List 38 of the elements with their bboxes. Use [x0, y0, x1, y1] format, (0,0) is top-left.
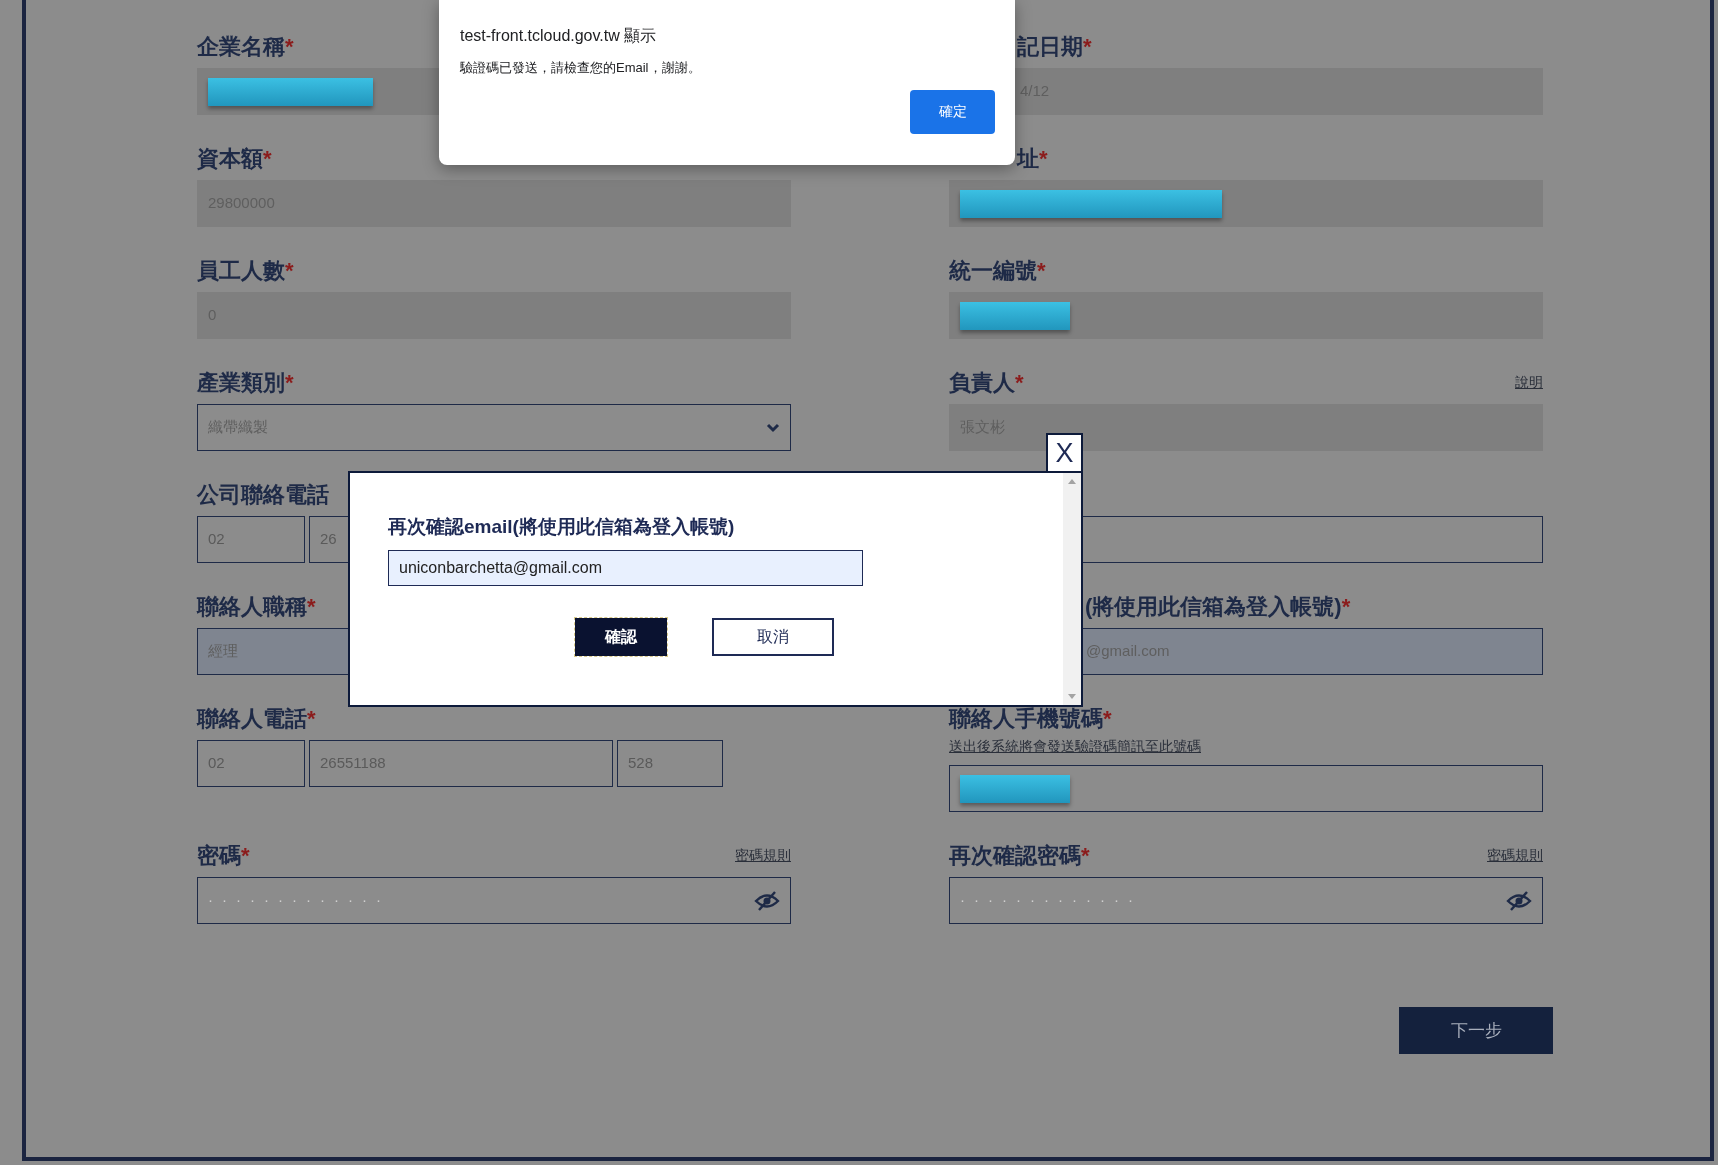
- field-label: 再次確認密碼*: [949, 841, 1090, 870]
- help-link[interactable]: 密碼規則: [735, 844, 791, 866]
- cancel-button[interactable]: 取消: [712, 617, 834, 656]
- field-label: 企業名稱*: [197, 32, 294, 61]
- scroll-up-icon[interactable]: [1068, 479, 1076, 484]
- field-label: 密碼*: [197, 841, 250, 870]
- field-label: 產業類別*: [197, 368, 294, 397]
- field-label: 聯絡人職稱*: [197, 592, 316, 621]
- field-label: 統一編號*: [949, 256, 1046, 285]
- help-link[interactable]: 密碼規則: [1487, 844, 1543, 866]
- field-label: 員工人數*: [197, 256, 294, 285]
- field-label: 聯絡人電話*: [197, 704, 316, 733]
- field-value: ·············: [960, 890, 1142, 911]
- scroll-down-icon[interactable]: [1068, 694, 1076, 699]
- dialog-title: 再次確認email(將使用此信箱為登入帳號): [388, 515, 736, 539]
- eye-slash-icon[interactable]: [1506, 889, 1532, 912]
- field-label: 址*: [1017, 144, 1048, 173]
- next-button[interactable]: 下一步: [1399, 1007, 1553, 1054]
- input-field[interactable]: [949, 765, 1543, 812]
- eye-slash-icon[interactable]: [754, 889, 780, 912]
- password-field[interactable]: ·············: [949, 877, 1543, 924]
- field-label: 記日期*: [1017, 32, 1092, 61]
- scrollbar[interactable]: [1063, 473, 1081, 705]
- field-label: 資本額*: [197, 144, 272, 173]
- confirm-button[interactable]: 確認: [575, 617, 667, 656]
- field-label: 聯絡人手機號碼*: [949, 704, 1112, 733]
- field-label: 負責人*: [949, 368, 1024, 397]
- field-label: 公司聯絡電話: [197, 480, 329, 509]
- close-button[interactable]: X: [1046, 433, 1083, 473]
- chevron-down-icon: [766, 422, 780, 433]
- dialog-message: 驗證碼已發送，請檢查您的Email，謝謝。: [460, 59, 702, 77]
- dialog-title: test-front.tcloud.gov.tw 顯示: [460, 26, 658, 46]
- password-field[interactable]: ·············: [197, 877, 791, 924]
- ok-button[interactable]: 確定: [910, 89, 995, 134]
- hint-text: 送出後系統將會發送驗證碼簡訊至此號碼: [949, 737, 1201, 756]
- field-value: ·············: [208, 890, 390, 911]
- email-field[interactable]: uniconbarchetta@gmail.com: [388, 549, 863, 586]
- field-label: (將使用此信箱為登入帳號)*: [1085, 592, 1351, 621]
